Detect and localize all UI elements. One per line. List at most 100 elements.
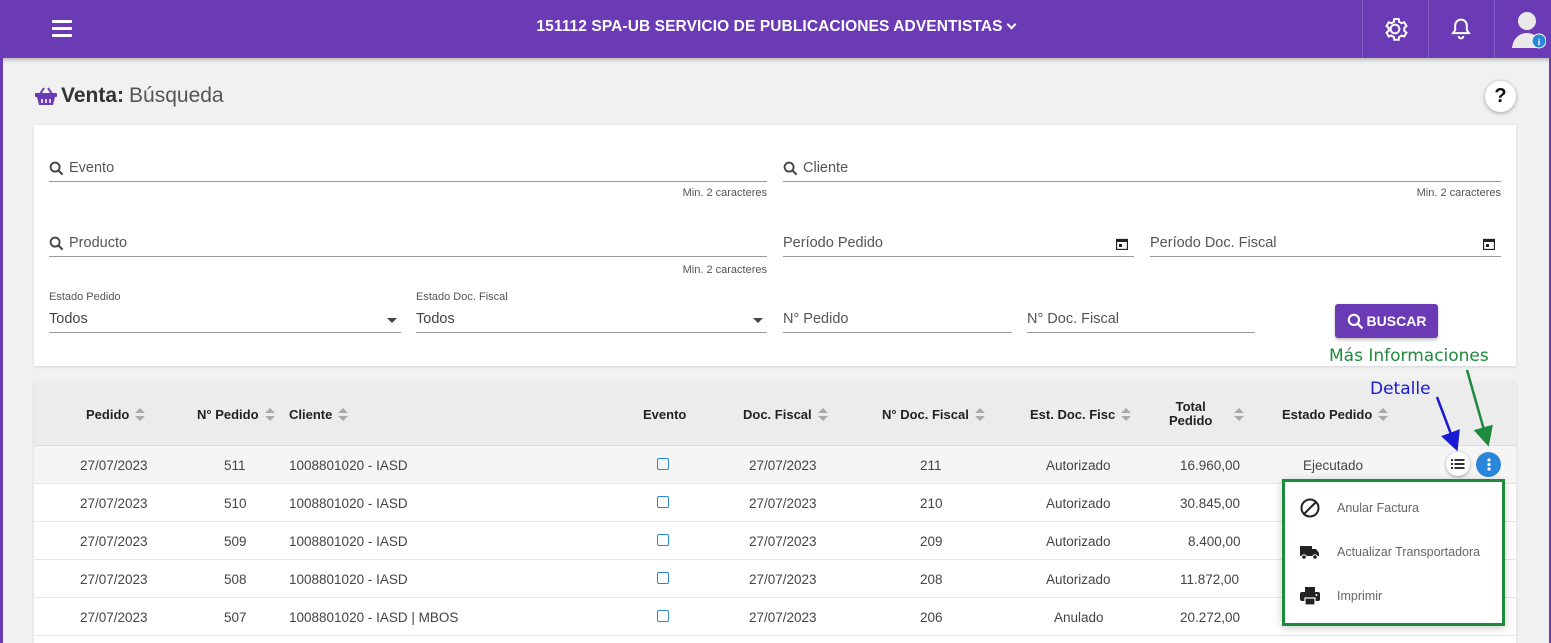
- header-doc-fiscal[interactable]: Doc. Fiscal: [743, 407, 828, 422]
- cell-pedido: 27/07/2023: [80, 534, 148, 549]
- header-evento: Evento: [643, 407, 687, 422]
- cell-total: 20.272,00: [1180, 610, 1241, 625]
- buscar-label: BUSCAR: [1366, 313, 1427, 329]
- cell-total: 16.960,00: [1180, 458, 1241, 473]
- divider: [1428, 0, 1429, 58]
- estado-pedido-value: Todos: [49, 311, 88, 327]
- annotation-detalle: Detalle: [1370, 379, 1431, 399]
- periodo-doc-fiscal-input[interactable]: Período Doc. Fiscal: [1150, 231, 1501, 257]
- gear-icon[interactable]: [1380, 14, 1410, 44]
- evento-checkbox[interactable]: [657, 534, 669, 546]
- organization-name: 151112 SPA-UB SERVICIO DE PUBLICACIONES …: [536, 18, 1003, 35]
- cell-total: 8.400,00: [1188, 534, 1241, 549]
- menu-item-label: Actualizar Transportadora: [1337, 545, 1481, 559]
- page-title-bold: Venta:: [61, 84, 125, 107]
- cell-estado: Ejecutado: [1303, 458, 1364, 473]
- menu-item-label: Anular Factura: [1337, 501, 1419, 515]
- header-n-doc-fiscal[interactable]: N° Doc. Fiscal: [882, 407, 985, 422]
- cell-total: 11.872,00: [1180, 572, 1240, 587]
- evento-checkbox[interactable]: [657, 496, 669, 508]
- evento-hint: Min. 2 caracteres: [682, 187, 767, 199]
- cell-n-doc-fiscal: 206: [920, 610, 943, 625]
- table-header: Pedido N° Pedido Cliente Evento Doc. Fis…: [34, 382, 1516, 446]
- menu-item-anular-factura[interactable]: Anular Factura: [1285, 486, 1502, 530]
- evento-checkbox[interactable]: [657, 610, 669, 622]
- estado-pedido-select[interactable]: Todos: [49, 307, 401, 333]
- mas-informaciones-button[interactable]: [1476, 452, 1501, 477]
- cell-pedido: 27/07/2023: [80, 610, 148, 625]
- bell-icon[interactable]: [1447, 14, 1475, 44]
- evento-checkbox[interactable]: [657, 458, 669, 470]
- periodo-pedido-input[interactable]: Período Pedido: [783, 231, 1134, 257]
- row-actions-menu: Anular Factura Actualizar Transportadora…: [1282, 479, 1505, 626]
- cell-n-pedido: 510: [224, 496, 247, 511]
- cell-doc-fiscal: 27/07/2023: [749, 572, 817, 587]
- divider: [1494, 0, 1495, 58]
- page-title-text: Búsqueda: [129, 84, 224, 107]
- sort-icon: [974, 407, 985, 422]
- estado-doc-fiscal-label: Estado Doc. Fiscal: [416, 291, 508, 303]
- cliente-placeholder: Cliente: [803, 160, 849, 176]
- search-icon: [49, 161, 64, 176]
- cell-est-doc-fisc: Autorizado: [1046, 572, 1111, 587]
- help-button[interactable]: ?: [1485, 81, 1516, 112]
- chevron-down-icon: [1006, 19, 1017, 30]
- n-doc-fiscal-placeholder: N° Doc. Fiscal: [1027, 311, 1120, 327]
- cell-n-pedido: 507: [224, 610, 247, 625]
- search-icon: [783, 161, 798, 176]
- block-icon: [1300, 498, 1320, 518]
- buscar-button[interactable]: BUSCAR: [1335, 304, 1438, 338]
- cell-doc-fiscal: 27/07/2023: [749, 496, 817, 511]
- annotation-mas-informaciones: Más Informaciones: [1329, 346, 1489, 366]
- estado-doc-fiscal-select[interactable]: Todos: [416, 307, 767, 333]
- cell-doc-fiscal: 27/07/2023: [749, 534, 817, 549]
- menu-item-imprimir[interactable]: Imprimir: [1285, 574, 1502, 618]
- n-pedido-input[interactable]: N° Pedido: [783, 307, 1012, 333]
- n-pedido-placeholder: N° Pedido: [783, 311, 849, 327]
- cell-pedido: 27/07/2023: [80, 458, 148, 473]
- user-avatar-icon[interactable]: i: [1510, 8, 1546, 50]
- sort-icon: [135, 407, 146, 422]
- calendar-icon[interactable]: [1483, 238, 1495, 250]
- cell-est-doc-fisc: Autorizado: [1046, 458, 1111, 473]
- cell-cliente: 1008801020 - IASD: [289, 534, 408, 549]
- cell-est-doc-fisc: Anulado: [1054, 610, 1104, 625]
- evento-placeholder: Evento: [69, 160, 115, 176]
- search-icon: [1347, 313, 1363, 329]
- header-total-pedido[interactable]: Total Pedido: [1169, 400, 1212, 428]
- left-border: [0, 58, 3, 643]
- basket-icon: [35, 87, 57, 105]
- sort-icon: [1234, 408, 1244, 422]
- menu-item-actualizar-transportadora[interactable]: Actualizar Transportadora: [1285, 530, 1502, 574]
- dropdown-arrow-icon: [387, 318, 397, 323]
- evento-checkbox[interactable]: [657, 572, 669, 584]
- sort-icon: [817, 407, 828, 422]
- cell-cliente: 1008801020 - IASD | MBOS: [289, 610, 459, 625]
- header-n-pedido[interactable]: N° Pedido: [197, 407, 275, 422]
- detalle-button[interactable]: [1446, 452, 1470, 476]
- estado-pedido-label: Estado Pedido: [49, 291, 121, 303]
- cell-n-doc-fiscal: 208: [920, 572, 943, 587]
- cliente-input[interactable]: Cliente: [783, 156, 1501, 182]
- cell-doc-fiscal: 27/07/2023: [749, 458, 817, 473]
- n-doc-fiscal-input[interactable]: N° Doc. Fiscal: [1027, 307, 1255, 333]
- header-est-doc-fisc[interactable]: Est. Doc. Fisc: [1030, 407, 1132, 422]
- calendar-icon[interactable]: [1116, 238, 1128, 250]
- cell-est-doc-fisc: Autorizado: [1046, 496, 1111, 511]
- producto-input[interactable]: Producto: [49, 231, 767, 257]
- dropdown-arrow-icon: [753, 318, 763, 323]
- sort-icon: [1378, 407, 1389, 422]
- evento-input[interactable]: Evento: [49, 156, 767, 182]
- menu-item-label: Imprimir: [1337, 589, 1383, 603]
- cliente-hint: Min. 2 caracteres: [1416, 187, 1501, 199]
- organization-selector[interactable]: 151112 SPA-UB SERVICIO DE PUBLICACIONES …: [0, 18, 1551, 36]
- periodo-doc-fiscal-placeholder: Período Doc. Fiscal: [1150, 235, 1277, 251]
- cell-est-doc-fisc: Autorizado: [1046, 534, 1111, 549]
- header-estado-pedido[interactable]: Estado Pedido: [1282, 407, 1389, 422]
- more-vert-icon: [1486, 458, 1491, 471]
- header-cliente[interactable]: Cliente: [289, 407, 349, 422]
- header-pedido[interactable]: Pedido: [86, 407, 146, 422]
- divider: [1362, 0, 1363, 58]
- cell-n-doc-fiscal: 209: [920, 534, 943, 549]
- cell-n-pedido: 508: [224, 572, 247, 587]
